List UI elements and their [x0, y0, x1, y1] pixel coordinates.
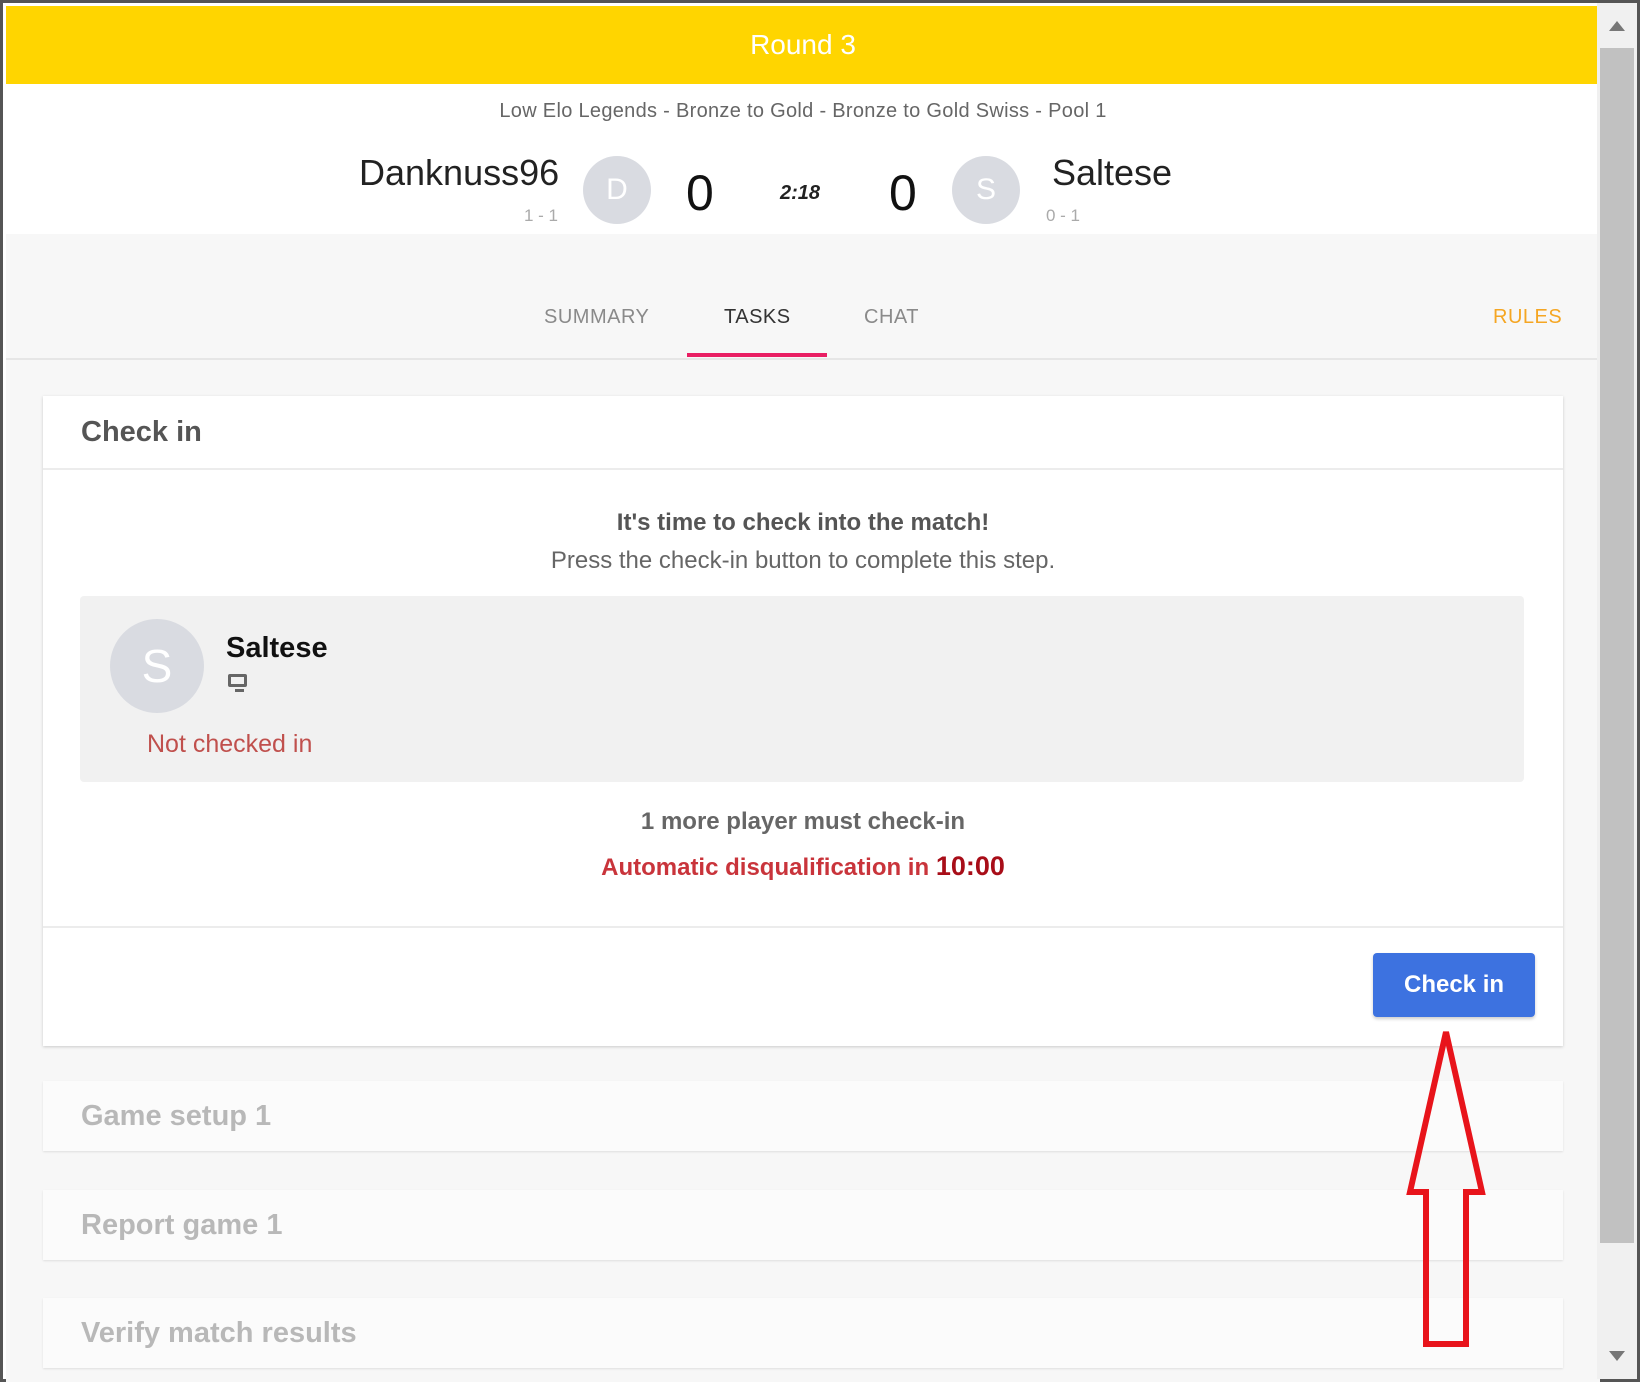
rules-link[interactable]: RULES	[1493, 306, 1562, 329]
avatar[interactable]: S	[110, 619, 204, 713]
match-header: Low Elo Legends - Bronze to Gold - Bronz…	[6, 84, 1600, 234]
computer-icon	[228, 674, 247, 692]
checkin-message-title: It's time to check into the match!	[616, 509, 990, 536]
scroll-up-icon[interactable]	[1609, 21, 1625, 31]
remaining-players-text: 1 more player must check-in	[640, 808, 966, 835]
active-tab-indicator	[687, 353, 827, 357]
checkin-player-panel: S Saltese Not checked in	[80, 596, 1524, 782]
task-verify-results[interactable]: Verify match results	[43, 1298, 1563, 1368]
tab-tasks[interactable]: TASKS	[724, 306, 791, 329]
match-page: Round 3 Low Elo Legends - Bronze to Gold…	[6, 6, 1600, 1382]
round-title: Round 3	[750, 29, 856, 60]
checkin-card-title[interactable]: Check in	[43, 396, 1563, 470]
checkin-message-subtitle: Press the check-in button to complete th…	[550, 547, 1056, 574]
checkin-status: Not checked in	[147, 730, 313, 758]
player2-score: 0	[889, 165, 917, 221]
avatar-initial: S	[141, 640, 173, 692]
player1-record: 1 - 1	[524, 206, 559, 225]
annotation-arrow-icon	[1406, 1031, 1486, 1347]
player1-avatar-initial: D	[606, 173, 628, 206]
player1-name[interactable]: Danknuss96	[359, 152, 559, 194]
tab-chat[interactable]: CHAT	[864, 306, 919, 329]
app-frame: Round 3 Low Elo Legends - Bronze to Gold…	[0, 0, 1640, 1382]
player1-score: 0	[686, 165, 714, 221]
disqualification-warning: Automatic disqualification in 10:00	[43, 851, 1563, 882]
task-game-setup[interactable]: Game setup 1	[43, 1081, 1563, 1151]
checkin-card: Check in It's time to check into the mat…	[43, 396, 1563, 1046]
player2-avatar-initial: S	[975, 173, 996, 206]
match-tabs: SUMMARY TASKS CHAT RULES	[6, 234, 1600, 360]
tournament-breadcrumb: Low Elo Legends - Bronze to Gold - Bronz…	[499, 100, 1107, 122]
player1-avatar[interactable]: D	[583, 156, 651, 224]
player2-avatar[interactable]: S	[952, 156, 1020, 224]
player2-name[interactable]: Saltese	[1052, 152, 1172, 194]
tab-summary[interactable]: SUMMARY	[544, 306, 649, 329]
scrollbar-thumb[interactable]	[1600, 48, 1634, 1243]
disqualification-countdown: 10:00	[935, 851, 1005, 881]
round-banner: Round 3	[6, 6, 1600, 84]
checkin-player-name[interactable]: Saltese	[226, 632, 328, 665]
match-clock: 2:18	[780, 182, 821, 204]
disqualification-label: Automatic disqualification in	[601, 854, 930, 881]
vertical-scrollbar[interactable]	[1597, 3, 1637, 1379]
card-divider	[43, 926, 1563, 928]
player2-record: 0 - 1	[1046, 206, 1081, 225]
task-report-game[interactable]: Report game 1	[43, 1190, 1563, 1260]
scroll-down-icon[interactable]	[1609, 1351, 1625, 1361]
annotation-arrow-shape	[1406, 1031, 1486, 1347]
check-in-button[interactable]: Check in	[1373, 953, 1535, 1017]
